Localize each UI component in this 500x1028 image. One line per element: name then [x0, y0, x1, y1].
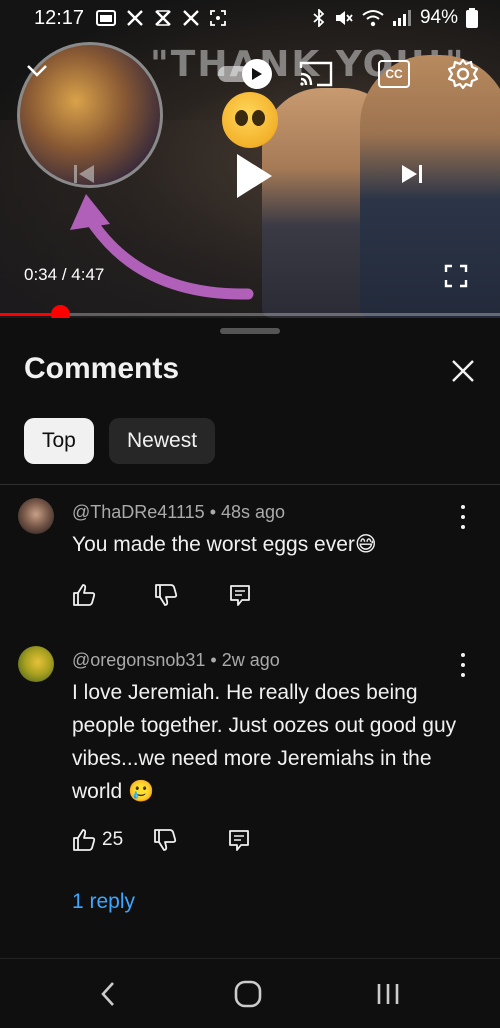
screenshot-icon	[210, 10, 226, 26]
video-person	[360, 55, 500, 318]
previous-video-icon[interactable]	[70, 160, 98, 188]
collapse-chevron-icon[interactable]	[22, 56, 52, 86]
avatar[interactable]	[18, 498, 54, 534]
wifi-icon	[362, 10, 384, 27]
like-icon[interactable]	[72, 583, 96, 607]
comment-username[interactable]: @oregonsnob31	[72, 650, 205, 670]
reply-icon[interactable]	[228, 583, 252, 607]
mute-icon	[335, 11, 353, 25]
autoplay-play-icon	[242, 59, 272, 89]
like-icon[interactable]	[72, 828, 96, 852]
comment-text: I love Jeremiah. He really does being pe…	[72, 681, 457, 803]
meta-separator: •	[204, 502, 221, 522]
comment-username[interactable]: @ThaDRe41115	[72, 502, 205, 522]
curved-arrow-overlay	[70, 194, 254, 300]
like-count: 25	[102, 829, 124, 850]
comment-actions	[72, 583, 252, 607]
bluetooth-icon	[313, 9, 325, 27]
fullscreen-icon[interactable]	[442, 262, 470, 290]
x-icon	[183, 10, 199, 26]
dislike-icon[interactable]	[153, 828, 177, 852]
back-icon[interactable]	[88, 979, 128, 1009]
play-button-icon[interactable]	[232, 150, 276, 202]
comments-title: Comments	[24, 352, 180, 385]
video-player[interactable]: "THANK YOU!" CC 0:34 / 4:47	[0, 0, 500, 318]
video-timecode: 0:34 / 4:47	[24, 265, 104, 285]
comment-actions: 25	[72, 828, 251, 852]
next-video-icon[interactable]	[398, 160, 426, 188]
status-bar: 12:17 94%	[0, 0, 500, 36]
x-icon	[155, 10, 171, 26]
comment-age: 2w ago	[221, 650, 280, 670]
comment-text: You made the worst eggs ever😅	[72, 533, 377, 556]
comment-more-icon[interactable]	[455, 653, 471, 677]
settings-gear-icon[interactable]	[446, 57, 480, 91]
comments-panel: Comments Top Newest @ThaDRe41115 • 48s a…	[0, 318, 500, 958]
system-nav-bar	[0, 958, 500, 1028]
reply-icon[interactable]	[227, 828, 251, 852]
view-replies-link[interactable]: 1 reply	[72, 890, 135, 914]
drag-handle[interactable]	[220, 328, 280, 334]
recents-icon[interactable]	[368, 979, 408, 1009]
time-separator: /	[57, 265, 72, 284]
teary-emoji-icon	[222, 92, 278, 148]
comment-age: 48s ago	[221, 502, 286, 522]
battery-icon	[466, 8, 478, 28]
progress-scrubber[interactable]	[51, 305, 70, 318]
notification-icons	[96, 10, 226, 26]
comment-meta: @oregonsnob31 • 2w ago	[72, 650, 280, 671]
close-icon[interactable]	[450, 358, 478, 386]
avatar[interactable]	[18, 646, 54, 682]
comment-meta: @ThaDRe41115 • 48s ago	[72, 502, 285, 523]
video-progress-bar[interactable]	[0, 305, 500, 318]
battery-percent: 94%	[419, 7, 458, 28]
captions-button[interactable]: CC	[378, 60, 410, 88]
status-time: 12:17	[34, 6, 85, 29]
dislike-icon[interactable]	[154, 583, 178, 607]
comment-more-icon[interactable]	[455, 505, 471, 529]
autoplay-toggle[interactable]	[218, 59, 276, 89]
home-icon[interactable]	[228, 979, 268, 1009]
meta-separator: •	[205, 650, 222, 670]
filter-chip-newest[interactable]: Newest	[109, 418, 216, 464]
current-time: 0:34	[24, 265, 58, 284]
divider	[0, 484, 500, 485]
cast-icon[interactable]	[298, 58, 334, 90]
filter-chip-top[interactable]: Top	[24, 418, 94, 464]
gallery-icon	[96, 10, 117, 26]
duration: 4:47	[71, 265, 105, 284]
x-icon	[127, 10, 143, 26]
signal-icon	[392, 10, 411, 26]
